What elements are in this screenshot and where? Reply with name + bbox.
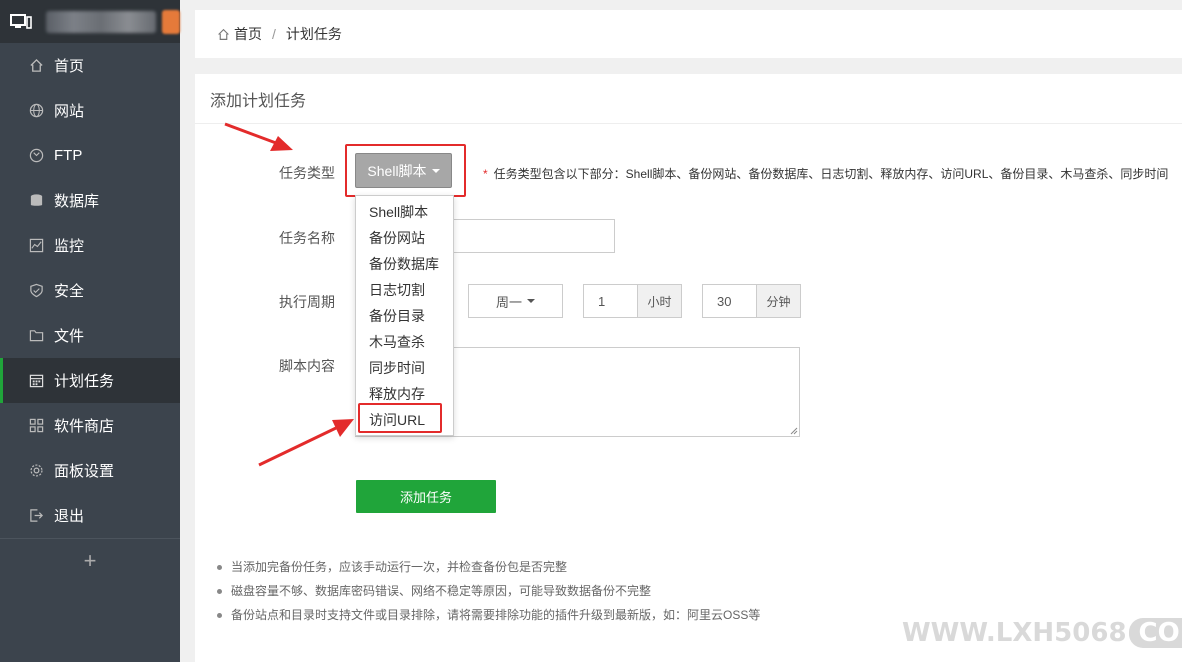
- sidebar-item-label: 监控: [54, 238, 85, 255]
- cycle-label: 执行周期: [279, 294, 335, 310]
- gear-icon: [28, 463, 44, 479]
- required-star: *: [483, 167, 488, 181]
- home-icon: [28, 58, 44, 74]
- sidebar-item-website[interactable]: 网站: [0, 88, 180, 133]
- breadcrumb-current: 计划任务: [285, 26, 342, 42]
- sidebar-item-settings[interactable]: 面板设置: [0, 448, 180, 493]
- dropdown-option-backup-dir[interactable]: 备份目录: [356, 303, 453, 329]
- visit-url-highlight: [358, 403, 442, 433]
- sidebar-item-label: 数据库: [54, 193, 100, 210]
- add-task-button[interactable]: 添加任务: [356, 480, 496, 513]
- dropdown-option-shell[interactable]: Shell脚本: [356, 199, 453, 225]
- chevron-down-icon: [527, 299, 535, 303]
- sidebar-item-security[interactable]: 安全: [0, 268, 180, 313]
- sidebar-item-store[interactable]: 软件商店: [0, 403, 180, 448]
- dropdown-option-trojan-scan[interactable]: 木马查杀: [356, 329, 453, 355]
- server-badge-blurred: [162, 9, 180, 34]
- sidebar-item-monitor[interactable]: 监控: [0, 223, 180, 268]
- sidebar-item-logout[interactable]: 退出: [0, 493, 180, 538]
- resize-handle-icon[interactable]: [790, 427, 798, 435]
- note-item: 备份站点和目录时支持文件或目录排除，请将需要排除功能的插件升级到最新版，如：阿里…: [217, 603, 760, 627]
- logout-icon: [28, 508, 44, 524]
- grid-icon: [28, 418, 44, 434]
- add-cron-panel: 添加计划任务 任务类型 Shell脚本 * 任务类型包含以下部分：Shell脚本、…: [195, 74, 1182, 662]
- minute-unit: 分钟: [756, 285, 800, 317]
- sidebar-item-home[interactable]: 首页: [0, 43, 180, 88]
- watermark: WWW.LXH5068COM: [902, 618, 1182, 648]
- sidebar-item-label: 网站: [54, 103, 85, 120]
- task-name-label: 任务名称: [279, 230, 335, 246]
- note-item: 当添加完备份任务，应该手动运行一次，并检查备份包是否完整: [217, 555, 760, 579]
- database-icon: [28, 193, 44, 209]
- script-label: 脚本内容: [279, 358, 335, 374]
- breadcrumb: 首页 / 计划任务: [195, 10, 1182, 58]
- hour-value: 1: [598, 293, 606, 309]
- add-shortcut-button[interactable]: +: [0, 538, 180, 582]
- task-type-value: Shell脚本: [367, 162, 427, 179]
- breadcrumb-separator: /: [272, 26, 276, 42]
- hour-unit: 小时: [637, 285, 681, 317]
- sidebar-item-label: 安全: [54, 283, 85, 300]
- dropdown-option-backup-site[interactable]: 备份网站: [356, 225, 453, 251]
- sidebar-item-ftp[interactable]: FTP: [0, 133, 180, 178]
- minute-value: 30: [717, 293, 732, 309]
- sidebar-item-files[interactable]: 文件: [0, 313, 180, 358]
- sidebar-item-label: 退出: [54, 508, 85, 525]
- minute-input[interactable]: 30 分钟: [702, 284, 801, 318]
- calendar-icon: [28, 373, 44, 389]
- watermark-suffix: COM: [1128, 618, 1182, 648]
- panel-title: 添加计划任务: [195, 74, 1182, 124]
- chevron-down-icon: [431, 168, 440, 173]
- sidebar-item-label: 软件商店: [54, 418, 115, 435]
- monitor-icon: [10, 13, 32, 31]
- breadcrumb-home[interactable]: 首页: [234, 24, 262, 44]
- sidebar-header: [0, 0, 180, 43]
- week-select[interactable]: 周一: [468, 284, 563, 318]
- task-type-select[interactable]: Shell脚本: [355, 153, 452, 188]
- sidebar-item-label: 文件: [54, 328, 85, 345]
- shield-icon: [28, 283, 44, 299]
- task-type-label: 任务类型: [279, 165, 335, 181]
- sidebar-item-label: 面板设置: [54, 463, 115, 480]
- sidebar-nav: 首页 网站 FTP 数据库 监控 安全 文件 计划任务 软件商店 面板设置 退出: [0, 43, 180, 538]
- task-type-tip-text: 任务类型包含以下部分：Shell脚本、备份网站、备份数据库、日志切割、释放内存、…: [493, 167, 1169, 181]
- sidebar-item-label: FTP: [54, 147, 83, 164]
- watermark-main: WWW.LXH5068: [902, 618, 1127, 648]
- globe-icon: [28, 103, 44, 119]
- sidebar: 首页 网站 FTP 数据库 监控 安全 文件 计划任务 软件商店 面板设置 退出…: [0, 0, 180, 662]
- note-item: 磁盘容量不够、数据库密码错误、网络不稳定等原因，可能导致数据备份不完整: [217, 579, 760, 603]
- folder-icon: [28, 328, 44, 344]
- sidebar-item-database[interactable]: 数据库: [0, 178, 180, 223]
- hour-input[interactable]: 1 小时: [583, 284, 682, 318]
- dropdown-option-backup-db[interactable]: 备份数据库: [356, 251, 453, 277]
- dropdown-option-sync-time[interactable]: 同步时间: [356, 355, 453, 381]
- server-name-blurred: [46, 10, 157, 33]
- dropdown-option-log-cut[interactable]: 日志切割: [356, 277, 453, 303]
- home-icon: [217, 28, 230, 41]
- monitor-chart-icon: [28, 238, 44, 254]
- sidebar-item-label: 首页: [54, 58, 85, 75]
- sidebar-item-label: 计划任务: [54, 373, 115, 390]
- ftp-icon: [28, 148, 44, 164]
- week-value: 周一: [495, 294, 522, 310]
- notes-list: 当添加完备份任务，应该手动运行一次，并检查备份包是否完整 磁盘容量不够、数据库密…: [217, 555, 760, 627]
- task-type-tip: * 任务类型包含以下部分：Shell脚本、备份网站、备份数据库、日志切割、释放内存…: [483, 165, 1168, 182]
- sidebar-item-cron[interactable]: 计划任务: [0, 358, 180, 403]
- task-type-dropdown: Shell脚本 备份网站 备份数据库 日志切割 备份目录 木马查杀 同步时间 释…: [355, 195, 454, 436]
